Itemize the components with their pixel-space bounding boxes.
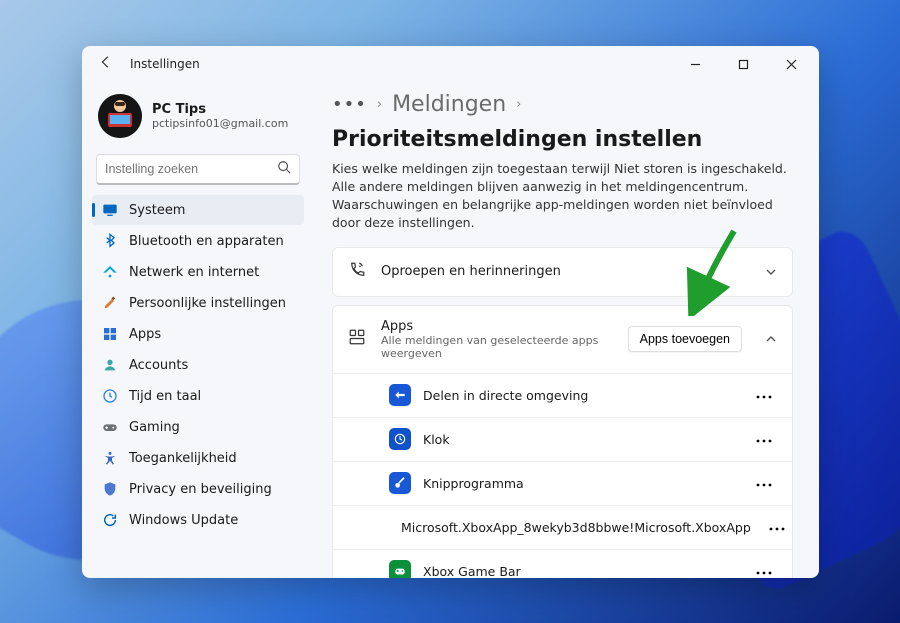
sidebar-item-label: Accounts — [129, 358, 188, 373]
page-description: Kies welke meldingen zijn toegestaan ter… — [332, 160, 793, 233]
sidebar-item-label: Privacy en beveiliging — [129, 482, 272, 497]
more-button[interactable] — [750, 428, 778, 451]
app-icon — [389, 472, 411, 494]
card-calls: Oproepen en herinneringen — [332, 247, 793, 297]
shield-icon — [102, 481, 118, 497]
sidebar-item-shield[interactable]: Privacy en beveiliging — [92, 474, 304, 504]
more-button[interactable] — [763, 516, 791, 539]
more-button[interactable] — [750, 384, 778, 407]
app-icon — [389, 560, 411, 578]
sidebar-item-label: Apps — [129, 327, 161, 342]
app-name: Xbox Game Bar — [423, 564, 738, 579]
app-name: Klok — [423, 432, 738, 447]
sidebar-item-bluetooth[interactable]: Bluetooth en apparaten — [92, 226, 304, 256]
account-icon — [102, 357, 118, 373]
app-row[interactable]: Knipprogramma — [333, 461, 792, 505]
sidebar-item-label: Gaming — [129, 420, 180, 435]
app-icon — [389, 428, 411, 450]
sidebar-item-system[interactable]: Systeem — [92, 195, 304, 225]
bluetooth-icon — [102, 233, 118, 249]
main-content: ••• › Meldingen › Prioriteitsmeldingen i… — [314, 82, 819, 578]
sidebar-item-game[interactable]: Gaming — [92, 412, 304, 442]
brush-icon — [102, 295, 118, 311]
sidebar-item-label: Bluetooth en apparaten — [129, 234, 284, 249]
maximize-button[interactable] — [723, 50, 763, 78]
back-button[interactable] — [90, 55, 122, 73]
apps-icon — [347, 328, 367, 350]
page-title: Prioriteitsmeldingen instellen — [332, 127, 702, 152]
app-name: Delen in directe omgeving — [423, 388, 738, 403]
card-apps-title: Apps — [381, 319, 614, 334]
accessibility-icon — [102, 450, 118, 466]
sidebar-item-brush[interactable]: Persoonlijke instellingen — [92, 288, 304, 318]
chevron-down-icon — [764, 265, 778, 279]
apps-icon — [102, 326, 118, 342]
card-apps: Apps Alle meldingen van geselecteerde ap… — [332, 305, 793, 579]
card-apps-subtitle: Alle meldingen van geselecteerde apps we… — [381, 334, 614, 360]
breadcrumb-parent[interactable]: Meldingen — [392, 92, 506, 117]
app-icon — [389, 384, 411, 406]
app-name: Knipprogramma — [423, 476, 738, 491]
update-icon — [102, 512, 118, 528]
sidebar-item-apps[interactable]: Apps — [92, 319, 304, 349]
search-box[interactable] — [96, 154, 300, 185]
card-apps-header[interactable]: Apps Alle meldingen van geselecteerde ap… — [333, 306, 792, 373]
add-apps-button[interactable]: Apps toevoegen — [628, 326, 742, 352]
sidebar-item-label: Persoonlijke instellingen — [129, 296, 286, 311]
app-row[interactable]: Microsoft.XboxApp_8wekyb3d8bbwe!Microsof… — [333, 505, 792, 549]
sidebar-item-update[interactable]: Windows Update — [92, 505, 304, 535]
clock-icon — [102, 388, 118, 404]
game-icon — [102, 419, 118, 435]
settings-window: Instellingen PC Tips pctips — [82, 46, 819, 578]
phone-icon — [347, 261, 367, 283]
close-button[interactable] — [771, 50, 811, 78]
search-icon — [277, 160, 291, 178]
app-name: Microsoft.XboxApp_8wekyb3d8bbwe!Microsof… — [401, 520, 751, 535]
system-icon — [102, 202, 118, 218]
sidebar-item-label: Windows Update — [129, 513, 238, 528]
avatar — [98, 94, 142, 138]
more-button[interactable] — [750, 560, 778, 579]
minimize-button[interactable] — [675, 50, 715, 78]
app-row[interactable]: Klok — [333, 417, 792, 461]
search-input[interactable] — [105, 162, 277, 176]
chevron-right-icon: › — [377, 97, 382, 112]
sidebar-item-label: Netwerk en internet — [129, 265, 259, 280]
sidebar-item-wifi[interactable]: Netwerk en internet — [92, 257, 304, 287]
profile-email: pctipsinfo01@gmail.com — [152, 117, 288, 130]
chevron-right-icon: › — [516, 97, 521, 112]
sidebar-item-clock[interactable]: Tijd en taal — [92, 381, 304, 411]
sidebar-item-accessibility[interactable]: Toegankelijkheid — [92, 443, 304, 473]
sidebar: PC Tips pctipsinfo01@gmail.com Systeem Bl… — [82, 82, 314, 578]
profile[interactable]: PC Tips pctipsinfo01@gmail.com — [92, 88, 304, 152]
sidebar-item-account[interactable]: Accounts — [92, 350, 304, 380]
chevron-up-icon — [764, 332, 778, 346]
card-calls-header[interactable]: Oproepen en herinneringen — [333, 248, 792, 296]
wifi-icon — [102, 264, 118, 280]
app-row[interactable]: Delen in directe omgeving — [333, 373, 792, 417]
breadcrumb: ••• › Meldingen › Prioriteitsmeldingen i… — [332, 92, 793, 152]
card-calls-title: Oproepen en herinneringen — [381, 264, 750, 279]
app-row[interactable]: Xbox Game Bar — [333, 549, 792, 579]
profile-name: PC Tips — [152, 102, 288, 117]
window-title: Instellingen — [130, 57, 200, 71]
sidebar-item-label: Toegankelijkheid — [129, 451, 237, 466]
sidebar-item-label: Systeem — [129, 203, 185, 218]
sidebar-item-label: Tijd en taal — [129, 389, 201, 404]
breadcrumb-overflow[interactable]: ••• — [332, 94, 367, 115]
more-button[interactable] — [750, 472, 778, 495]
titlebar: Instellingen — [82, 46, 819, 82]
